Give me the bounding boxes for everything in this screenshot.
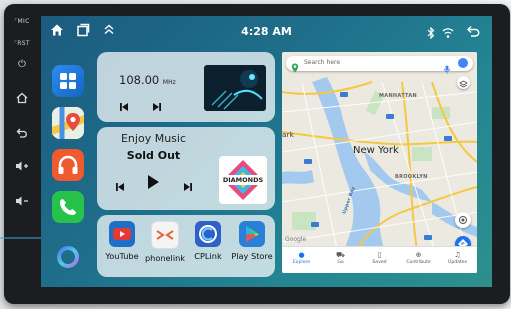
map-label-left: ark xyxy=(282,131,295,139)
assistant-icon[interactable] xyxy=(54,243,82,271)
map-pin-icon xyxy=(291,58,299,77)
map-widget[interactable]: ark MANHATTAN New York BROOKLYN Upper Ba… xyxy=(282,52,477,273)
mic-text: MIC xyxy=(17,18,30,25)
saved-icon: ▯ xyxy=(377,251,382,259)
nav-explore[interactable]: ● Explore xyxy=(282,250,321,265)
status-bar: 4:28 AM xyxy=(41,16,492,46)
explore-icon: ● xyxy=(298,251,305,259)
nav-go-label: Go xyxy=(337,260,344,265)
my-location-icon[interactable] xyxy=(455,212,471,228)
next-track-icon[interactable] xyxy=(183,177,193,196)
volume-up-icon[interactable] xyxy=(4,160,40,175)
layers-icon[interactable] xyxy=(457,76,470,89)
go-icon: ⛟ xyxy=(336,251,345,259)
home-icon[interactable] xyxy=(4,92,40,107)
frequency-unit: MHz xyxy=(162,79,176,86)
nav-contribute[interactable]: ⊕ Contribute xyxy=(399,250,438,265)
album-title: DIAMONDS xyxy=(222,176,264,184)
map-search-placeholder: Search here xyxy=(304,59,341,66)
nav-go[interactable]: ⛟ Go xyxy=(321,250,360,265)
youtube-icon xyxy=(109,221,135,247)
music-app-icon[interactable] xyxy=(52,149,84,181)
signal-icon xyxy=(442,24,454,43)
city-label: New York xyxy=(353,145,399,156)
play-icon[interactable] xyxy=(146,174,160,194)
rst-label[interactable]: ⌜RST xyxy=(4,40,40,47)
map-canvas[interactable] xyxy=(282,52,477,273)
account-avatar[interactable] xyxy=(458,58,468,68)
updates-icon: ♫ xyxy=(454,251,461,259)
mic-label: ⌜MIC xyxy=(14,18,30,25)
nav-saved-label: Saved xyxy=(372,260,387,265)
back-icon[interactable] xyxy=(4,127,40,142)
phone-app-icon[interactable] xyxy=(52,191,84,223)
display-screen: 4:28 AM 108.00 MHz Enjoy Music Sold Out … xyxy=(41,16,492,287)
nav-saved[interactable]: ▯ Saved xyxy=(360,250,399,265)
music-card[interactable]: Enjoy Music Sold Out DIAMONDS xyxy=(97,127,275,210)
radio-card[interactable]: 108.00 MHz xyxy=(97,52,275,122)
map-search-bar[interactable]: Search here xyxy=(286,56,473,74)
previous-track-icon[interactable] xyxy=(115,177,125,196)
bluetooth-icon xyxy=(427,24,435,43)
brooklyn-label: BROOKLYN xyxy=(395,174,428,180)
cplink-icon xyxy=(195,221,221,247)
contribute-icon: ⊕ xyxy=(415,251,422,259)
status-clock: 4:28 AM xyxy=(241,25,292,38)
play-store-tile[interactable]: Play Store xyxy=(231,221,273,261)
song-title: Sold Out xyxy=(126,149,181,162)
google-logo: Google xyxy=(285,236,307,243)
nav-updates-label: Updates xyxy=(447,260,468,265)
app-dock xyxy=(49,52,89,282)
radio-frequency: 108.00 MHz xyxy=(119,73,176,87)
app-grid-icon[interactable] xyxy=(52,65,84,97)
power-icon[interactable]: ⏻ xyxy=(4,59,40,70)
apps-card: YouTube phonelink CPLink Play Store xyxy=(97,215,275,277)
play-store-icon xyxy=(239,221,265,247)
previous-station-icon[interactable] xyxy=(119,97,129,116)
nav-contribute-label: Contribute xyxy=(406,260,431,265)
maps-icon[interactable] xyxy=(52,107,84,139)
mic-icon[interactable] xyxy=(444,59,450,78)
next-station-icon[interactable] xyxy=(152,97,162,116)
music-title: Enjoy Music xyxy=(120,132,186,145)
album-artwork: DIAMONDS xyxy=(219,156,267,204)
volume-down-icon[interactable] xyxy=(4,195,40,210)
frequency-value: 108.00 xyxy=(119,73,160,87)
nav-updates[interactable]: ♫ Updates xyxy=(438,250,477,265)
map-bottom-nav: ● Explore ⛟ Go ▯ Saved ⊕ Contribute ♫ Updates xyxy=(282,246,477,273)
rst-text: RST xyxy=(17,40,30,47)
nav-explore-label: Explore xyxy=(292,260,311,265)
phonelink-icon xyxy=(151,221,179,249)
back-icon[interactable] xyxy=(466,23,480,42)
hardware-button-bar: ⌜MIC ⌜RST ⏻ xyxy=(4,10,40,298)
radio-artwork xyxy=(204,65,266,111)
manhattan-label: MANHATTAN xyxy=(379,93,417,99)
play-store-label: Play Store xyxy=(231,251,273,261)
